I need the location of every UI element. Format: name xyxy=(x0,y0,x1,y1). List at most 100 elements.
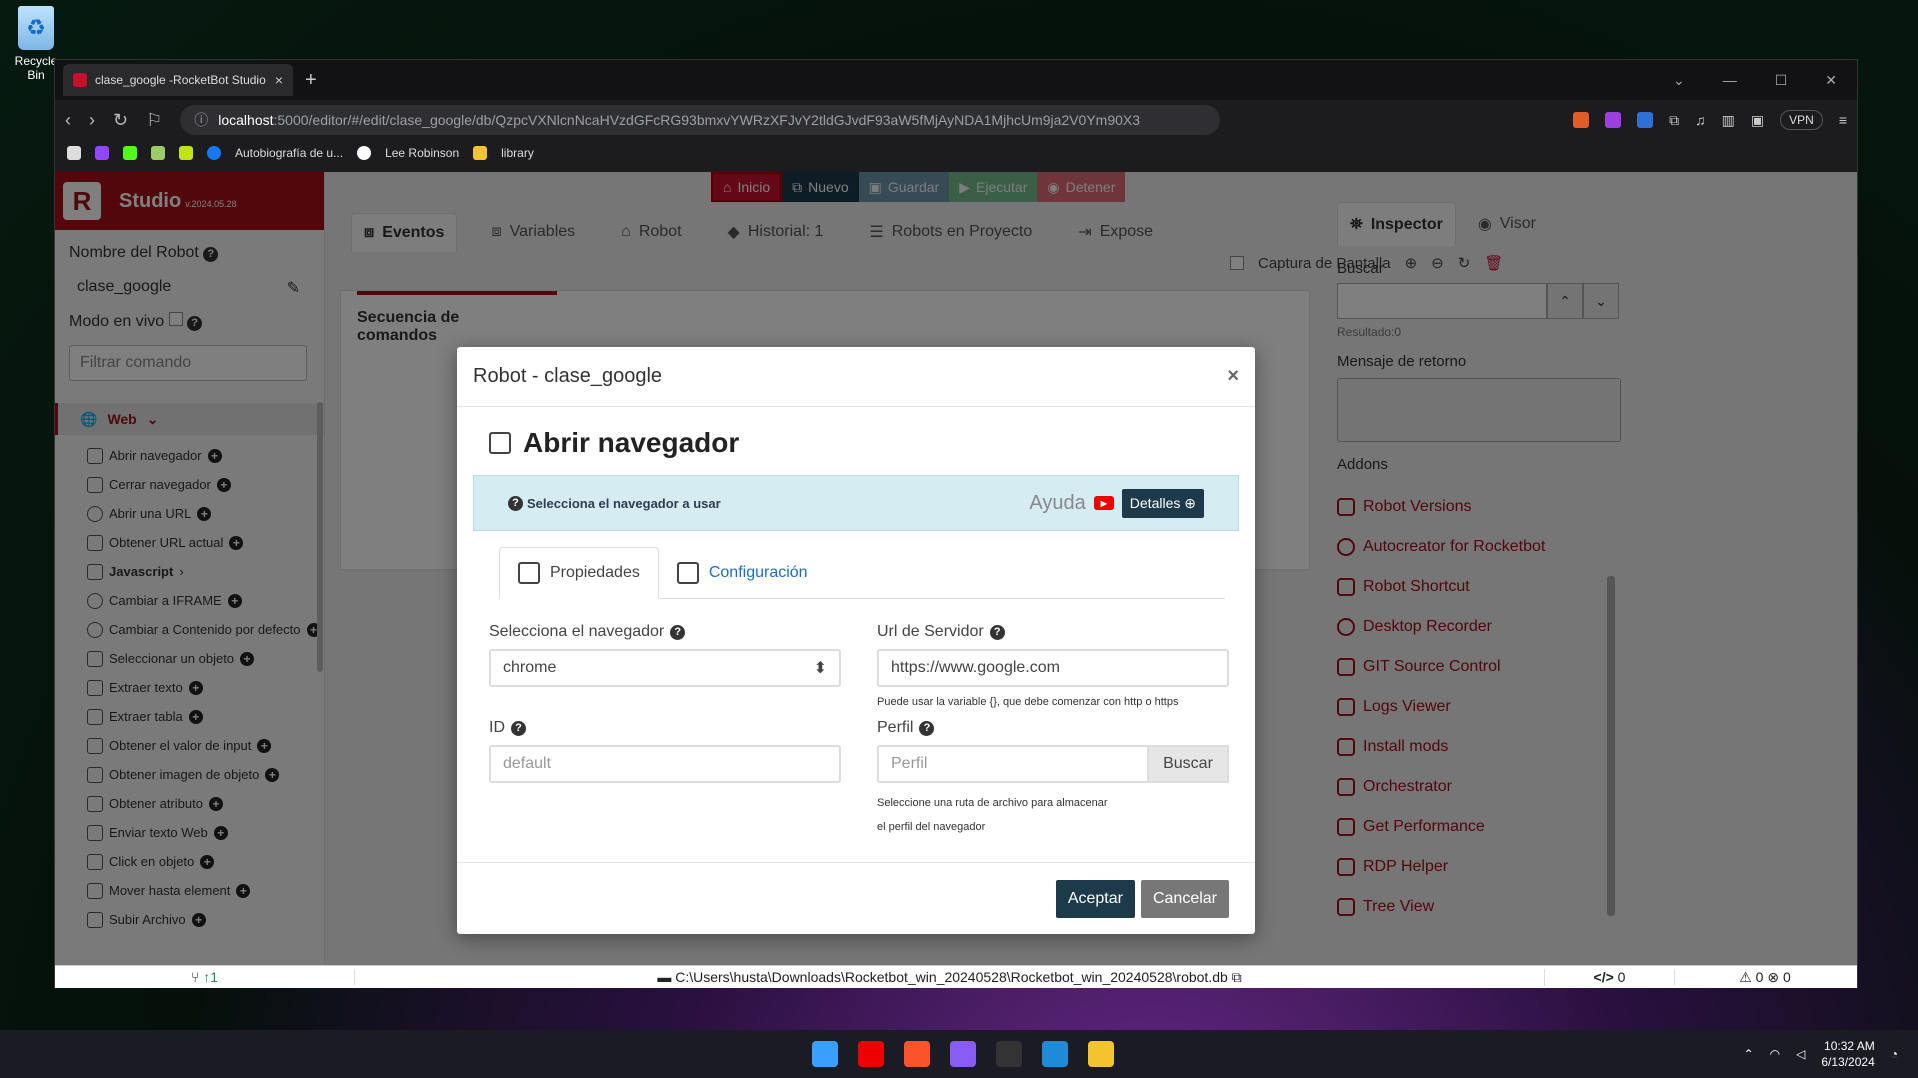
terminal-icon[interactable] xyxy=(996,1041,1022,1067)
bookmark-icon[interactable] xyxy=(67,146,81,160)
wallet-icon[interactable]: ▣ xyxy=(1751,112,1764,129)
forward-icon[interactable]: › xyxy=(89,110,95,131)
server-url-input[interactable]: https://www.google.com xyxy=(877,649,1229,687)
recycle-bin-label: Recycle Bin xyxy=(14,54,58,82)
db-path: ▬ C:\Users\husta\Downloads\Rocketbot_win… xyxy=(355,968,1545,986)
help-icon: ? xyxy=(511,720,526,736)
url-path: :5000/editor/#/edit/clase_google/db/Qzpc… xyxy=(273,112,1141,128)
brave-shield-icon[interactable] xyxy=(1573,112,1590,128)
clock[interactable]: 10:32 AM 6/13/2024 xyxy=(1821,1038,1874,1070)
url-host: localhost xyxy=(218,112,274,128)
modal-header-title: Robot - clase_google xyxy=(473,365,663,387)
cube-icon xyxy=(676,562,699,584)
help-icon: ? xyxy=(670,624,686,640)
perfil-label: Perfil? xyxy=(877,719,1261,737)
folder-icon xyxy=(473,146,488,160)
code-icon: </> xyxy=(1593,969,1614,985)
folder-icon: ▬ xyxy=(657,968,672,985)
volume-icon[interactable]: ◁ xyxy=(1796,1047,1805,1061)
cube-icon xyxy=(518,562,540,584)
info-box: ? Selecciona el navegador a usar Ayuda ▶… xyxy=(473,475,1239,531)
kick-icon[interactable] xyxy=(123,146,137,160)
perfil-buscar-button[interactable]: Buscar xyxy=(1147,745,1229,783)
tab-configuracion[interactable]: Configuración xyxy=(659,548,826,598)
id-label: ID? xyxy=(489,719,873,737)
tab-propiedades[interactable]: Propiedades xyxy=(499,547,659,599)
vpn-button[interactable]: VPN xyxy=(1780,110,1823,130)
modal-footer: Aceptar Cancelar xyxy=(457,862,1255,934)
git-branch-status[interactable]: ⑂ ↑1 xyxy=(55,969,355,985)
modal-header: Robot - clase_google × xyxy=(457,347,1255,407)
minimize-icon[interactable]: — xyxy=(1723,72,1737,89)
app-icon[interactable] xyxy=(950,1041,976,1067)
reload-icon[interactable]: ↻ xyxy=(113,110,128,131)
server-url-help: Puede usar la variable {}, que debe come… xyxy=(877,696,1179,708)
windows-start-icon[interactable] xyxy=(812,1041,838,1067)
help-icon: ? xyxy=(508,495,523,511)
perfil-input[interactable]: Perfil xyxy=(877,745,1147,783)
plus-circle-icon: ⊕ xyxy=(1184,494,1196,511)
error-icon: ⊗ xyxy=(1767,968,1780,985)
problems-status[interactable]: ⚠ 0 ⊗ 0 xyxy=(1675,969,1855,986)
notification-bell-icon[interactable]: ◔ xyxy=(1891,1047,1898,1061)
warning-icon: ⚠ xyxy=(1739,968,1752,985)
modal-form: Selecciona el navegador? chrome ⬍ Url de … xyxy=(457,599,1255,849)
vscode-icon[interactable] xyxy=(1042,1041,1068,1067)
youtube-icon[interactable] xyxy=(858,1041,884,1067)
new-tab-icon[interactable]: + xyxy=(305,69,317,92)
site-info-icon[interactable]: ⓘ xyxy=(194,110,208,130)
aceptar-button[interactable]: Aceptar xyxy=(1055,879,1135,918)
bookmark-icon[interactable] xyxy=(151,146,165,160)
file-explorer-icon[interactable] xyxy=(1088,1041,1114,1067)
detalles-button[interactable]: Detalles ⊕ xyxy=(1121,488,1204,518)
browser-select-label: Selecciona el navegador? xyxy=(489,623,873,641)
maximize-icon[interactable]: ☐ xyxy=(1775,72,1788,89)
rocketbot-page: R Studio v.2024.05.28 Nombre del Robot ?… xyxy=(55,172,1857,988)
facebook-icon[interactable] xyxy=(207,146,221,160)
tab-title: clase_google -RocketBot Studio xyxy=(95,73,266,87)
bookmark-icon[interactable] xyxy=(179,146,193,160)
extension-icon[interactable] xyxy=(1605,112,1622,128)
url-field[interactable]: ⓘ localhost:5000/editor/#/edit/clase_goo… xyxy=(180,105,1221,135)
modal-tabs: Propiedades Configuración xyxy=(499,547,1225,599)
cube-icon xyxy=(489,432,511,454)
menu-icon[interactable]: ≡ xyxy=(1839,112,1847,128)
brave-icon[interactable] xyxy=(904,1041,930,1067)
back-icon[interactable]: ‹ xyxy=(65,110,71,131)
sidebar-icon[interactable]: ▥ xyxy=(1722,112,1735,129)
modal-title: Abrir navegador xyxy=(457,407,1255,459)
code-status[interactable]: </> 0 xyxy=(1545,969,1675,985)
extension-icon[interactable] xyxy=(1637,112,1654,128)
puzzle-icon[interactable]: ⧉ xyxy=(1669,112,1679,129)
git-branch-icon: ⑂ xyxy=(190,969,200,985)
music-icon[interactable]: ♫ xyxy=(1695,112,1706,128)
tab-close-icon[interactable]: × xyxy=(275,72,283,88)
taskbar: ⌃ ◠ ◁ 10:32 AM 6/13/2024 ◔ xyxy=(0,1030,1918,1078)
rocketbot-favicon-icon xyxy=(73,73,87,87)
cancelar-button[interactable]: Cancelar xyxy=(1140,879,1229,918)
status-bar: ⑂ ↑1 ▬ C:\Users\husta\Downloads\Rocketbo… xyxy=(55,965,1857,988)
browser-window: clase_google -RocketBot Studio × + ⌄ — ☐… xyxy=(54,59,1858,988)
command-modal: Robot - clase_google × Abrir navegador ?… xyxy=(457,347,1255,934)
bookmark-lee-robinson[interactable]: Lee Robinson xyxy=(385,146,459,160)
help-icon: ? xyxy=(989,624,1005,640)
id-input[interactable]: default xyxy=(489,745,841,783)
browser-select[interactable]: chrome ⬍ xyxy=(489,649,841,687)
server-url-label: Url de Servidor? xyxy=(877,623,1261,641)
help-icon: ? xyxy=(919,720,935,736)
youtube-icon[interactable]: ▶ xyxy=(1093,496,1114,510)
twitch-icon[interactable] xyxy=(95,146,109,160)
tab-search-icon[interactable]: ⌄ xyxy=(1673,72,1685,89)
wifi-icon[interactable]: ◠ xyxy=(1770,1047,1780,1061)
info-text: Selecciona el navegador a usar xyxy=(527,495,721,511)
chevron-up-icon[interactable]: ⌃ xyxy=(1744,1047,1754,1061)
close-window-icon[interactable]: ✕ xyxy=(1825,72,1837,89)
select-arrows-icon: ⬍ xyxy=(813,660,827,677)
bookmark-library[interactable]: library xyxy=(501,146,534,160)
bookmark-icon[interactable]: ⚐ xyxy=(146,110,162,131)
bookmark-autobiografia[interactable]: Autobiografía de u... xyxy=(235,146,343,160)
modal-close-icon[interactable]: × xyxy=(1227,365,1239,388)
ayuda-label[interactable]: Ayuda xyxy=(1029,492,1085,515)
browser-tab[interactable]: clase_google -RocketBot Studio × xyxy=(63,64,293,96)
github-icon[interactable] xyxy=(357,146,372,160)
